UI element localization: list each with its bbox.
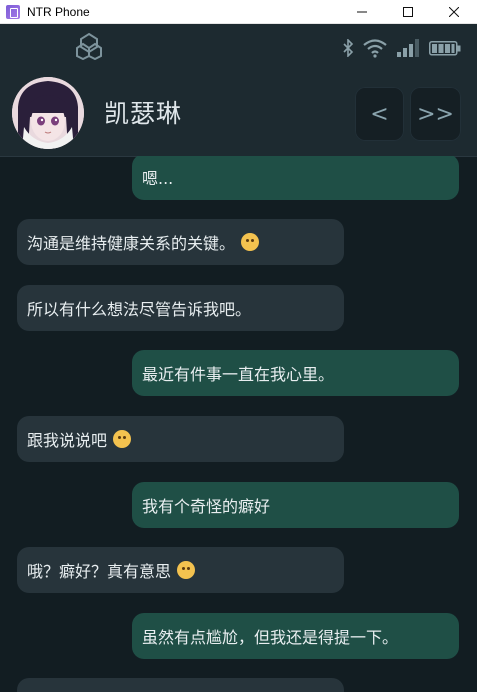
message-bubble-sent: 我有个奇怪的癖好 [132,482,459,528]
smiling-face-emoji-icon [113,430,132,448]
message-bubble-sent: 虽然有点尴尬，但我还是得提一下。 [132,613,459,659]
message-bubble-sent: 最近有件事一直在我心里。 [132,350,459,396]
bluetooth-icon [343,39,354,57]
next-button[interactable]: >> [410,87,461,141]
chat-header: 凯瑟琳 < >> [0,70,477,157]
message-text: 最近有件事一直在我心里。 [142,365,335,384]
message-text: 沟通是维持健康关系的关键。 [27,234,236,253]
contact-name: 凯瑟琳 [104,99,183,128]
message-bubble-sent: 嗯... [132,156,459,200]
close-button[interactable] [431,0,477,24]
chat-message-list[interactable]: 嗯... 沟通是维持健康关系的关键。 所以有什么想法尽管告诉我吧。 最近有件事一… [0,156,477,692]
hugging-face-emoji-icon [241,233,260,251]
maximize-icon [403,6,413,17]
message-text: 我有个奇怪的癖好 [142,497,271,516]
message-text: 嗯... [142,169,174,188]
message-text: 所以有什么想法尽管告诉我吧。 [27,300,252,319]
close-icon [449,6,459,17]
phone-status-bar [0,24,477,70]
winking-tongue-emoji-icon [177,561,196,579]
maximize-button[interactable] [385,0,431,24]
message-bubble-received: 跟我说说吧 [17,416,344,462]
message-bubble-received: 哦？癖好？真有意思 [17,547,344,593]
message-bubble-received: 沟通是维持健康关系的关键。 [17,219,344,265]
network-logo-icon [76,32,102,60]
previous-button[interactable]: < [355,87,404,141]
message-bubble-received: 所以有什么想法尽管告诉我吧。 [17,285,344,331]
message-text: 虽然有点尴尬，但我还是得提一下。 [142,628,399,647]
battery-icon [429,41,461,56]
minimize-icon [357,11,367,12]
signal-strength-icon [397,39,419,57]
anime-girl-avatar-icon [12,77,84,149]
message-bubble-received-partial [17,678,344,692]
wifi-icon [363,39,387,58]
app-icon [6,4,20,19]
window-title: NTR Phone [27,4,90,19]
contact-avatar[interactable] [12,77,84,149]
window-titlebar: NTR Phone [0,0,477,24]
message-text: 哦？癖好？真有意思 [27,562,172,581]
message-text: 跟我说说吧 [27,431,108,450]
minimize-button[interactable] [339,0,385,24]
